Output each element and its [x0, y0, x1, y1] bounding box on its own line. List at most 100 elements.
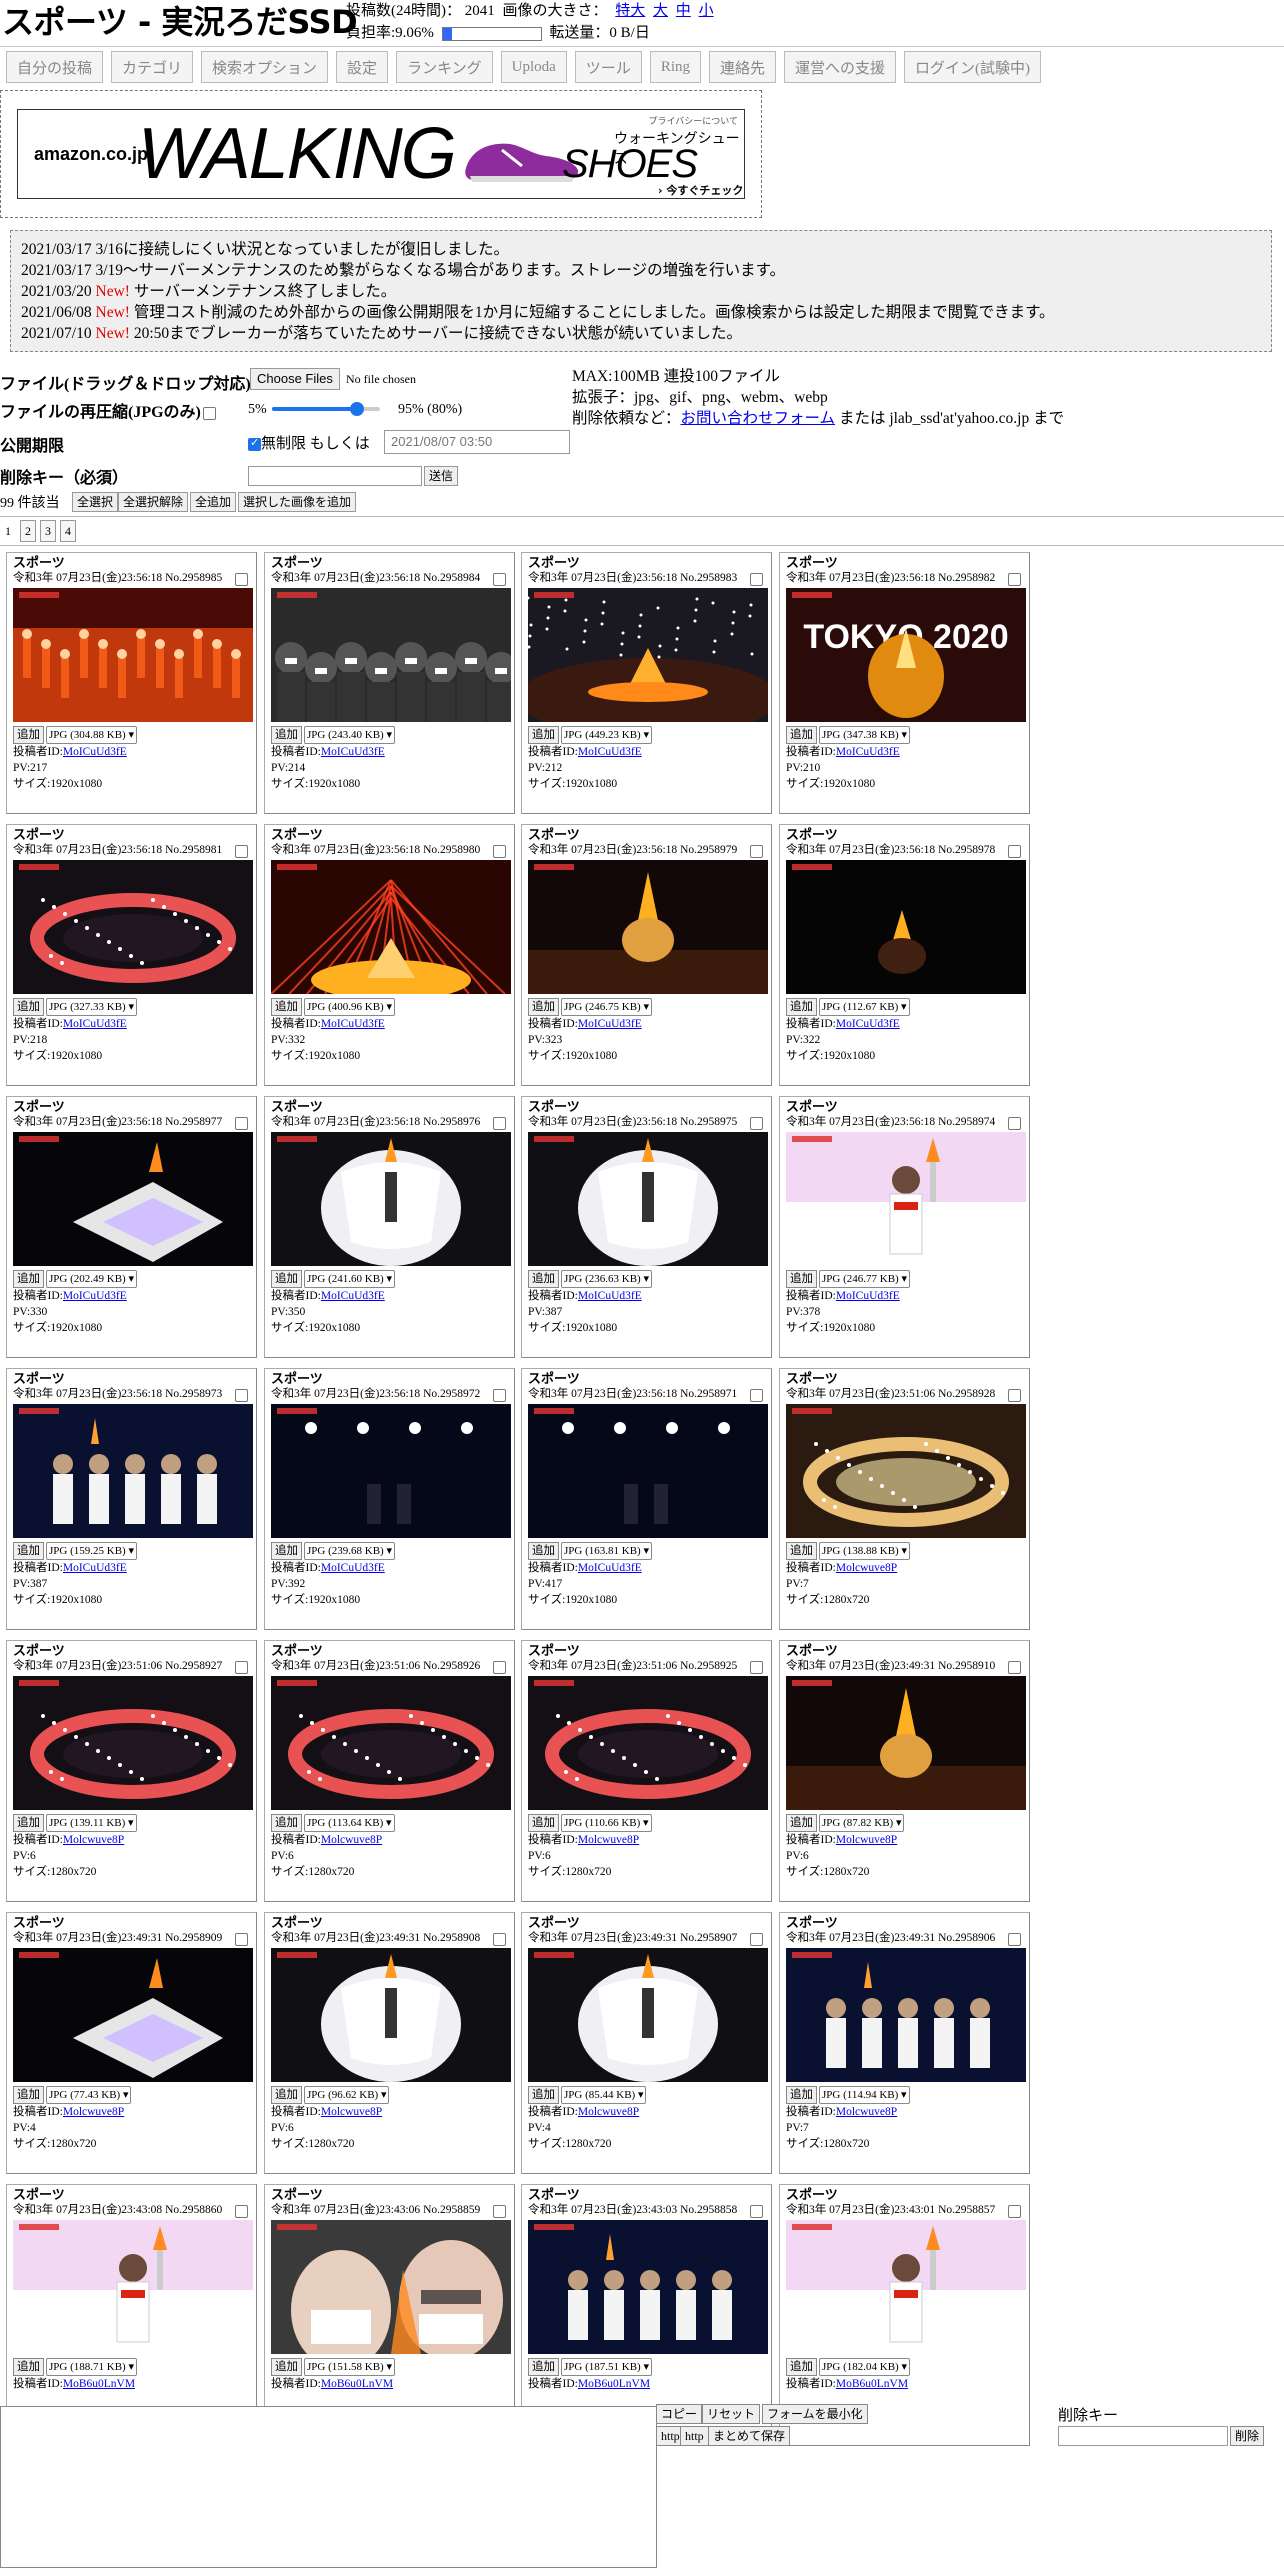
ad-privacy[interactable]: プライバシーについて	[648, 114, 738, 127]
card-thumbnail[interactable]	[786, 1948, 1026, 2082]
card-format-select[interactable]: JPG (151.58 KB) ▾	[304, 2358, 395, 2376]
card-add-button[interactable]: 追加	[271, 1542, 302, 1560]
card-thumbnail[interactable]	[786, 1132, 1026, 1266]
card-select-checkbox[interactable]	[1008, 845, 1021, 858]
unlimited-checkbox[interactable]	[248, 436, 261, 452]
card-poster-link[interactable]: Molcwuve8P	[836, 1562, 897, 1574]
card-select-checkbox[interactable]	[493, 1389, 506, 1402]
card-select-checkbox[interactable]	[235, 845, 248, 858]
slider-knob[interactable]	[350, 402, 365, 416]
card-thumbnail[interactable]	[271, 1948, 511, 2082]
card-poster-link[interactable]: Molcwuve8P	[321, 2106, 382, 2118]
card-poster-link[interactable]: MoB6u0LnVM	[321, 2378, 393, 2390]
nav-uploda[interactable]: Uploda	[500, 51, 567, 83]
size-link-m[interactable]: 中	[676, 3, 691, 19]
card-thumbnail[interactable]	[271, 1404, 511, 1538]
card-poster-link[interactable]: Molcwuve8P	[836, 2106, 897, 2118]
card-format-select[interactable]: JPG (113.64 KB) ▾	[304, 1814, 395, 1832]
card-add-button[interactable]: 追加	[528, 1814, 559, 1832]
contact-link[interactable]: お問い合わせフォーム	[681, 410, 836, 427]
delete-button[interactable]: 削除	[1230, 2426, 1265, 2446]
card-select-checkbox[interactable]	[750, 1661, 763, 1674]
card-select-checkbox[interactable]	[493, 2205, 506, 2218]
choose-files-button[interactable]: Choose Files	[250, 368, 340, 390]
card-thumbnail[interactable]	[528, 1132, 768, 1266]
card-add-button[interactable]: 追加	[528, 2358, 559, 2376]
card-add-button[interactable]: 追加	[528, 1270, 559, 1288]
send-button[interactable]: 送信	[424, 466, 459, 486]
card-select-checkbox[interactable]	[1008, 573, 1021, 586]
card-add-button[interactable]: 追加	[528, 2086, 559, 2104]
card-format-select[interactable]: JPG (112.67 KB) ▾	[819, 998, 910, 1016]
card-select-checkbox[interactable]	[493, 573, 506, 586]
card-thumbnail[interactable]	[528, 860, 768, 994]
card-thumbnail[interactable]	[13, 1948, 253, 2082]
card-thumbnail[interactable]: TOKYO 2020	[786, 588, 1026, 722]
card-poster-link[interactable]: MoICuUd3fE	[578, 1018, 642, 1030]
card-poster-link[interactable]: MoICuUd3fE	[578, 1290, 642, 1302]
card-format-select[interactable]: JPG (400.96 KB) ▾	[304, 998, 395, 1016]
card-add-button[interactable]: 追加	[13, 726, 44, 744]
deselect-all-button[interactable]: 全選択解除	[118, 492, 189, 512]
card-select-checkbox[interactable]	[493, 845, 506, 858]
card-format-select[interactable]: JPG (202.49 KB) ▾	[46, 1270, 137, 1288]
card-thumbnail[interactable]	[13, 1404, 253, 1538]
card-select-checkbox[interactable]	[750, 2205, 763, 2218]
card-poster-link[interactable]: MoICuUd3fE	[321, 1018, 385, 1030]
nav-category[interactable]: カテゴリ	[111, 51, 194, 83]
card-format-select[interactable]: JPG (246.77 KB) ▾	[819, 1270, 910, 1288]
card-select-checkbox[interactable]	[493, 1117, 506, 1130]
ad-cta[interactable]: › 今すぐチェック	[658, 182, 743, 198]
card-add-button[interactable]: 追加	[13, 1270, 44, 1288]
save-all-button[interactable]: まとめて保存	[708, 2426, 791, 2446]
size-link-s[interactable]: 小	[699, 3, 714, 19]
card-format-select[interactable]: JPG (304.88 KB) ▾	[46, 726, 137, 744]
card-select-checkbox[interactable]	[235, 1933, 248, 1946]
nav-settings[interactable]: 設定	[336, 51, 389, 83]
card-poster-link[interactable]: MoICuUd3fE	[63, 1562, 127, 1574]
card-thumbnail[interactable]	[528, 1676, 768, 1810]
card-format-select[interactable]: JPG (243.40 KB) ▾	[304, 726, 395, 744]
card-poster-link[interactable]: Molcwuve8P	[63, 2106, 124, 2118]
card-add-button[interactable]: 追加	[786, 2086, 817, 2104]
card-add-button[interactable]: 追加	[528, 998, 559, 1016]
size-link-l[interactable]: 大	[653, 3, 668, 19]
card-add-button[interactable]: 追加	[271, 998, 302, 1016]
page-4[interactable]: 4	[60, 520, 76, 542]
card-select-checkbox[interactable]	[493, 1933, 506, 1946]
card-format-select[interactable]: JPG (182.04 KB) ▾	[819, 2358, 910, 2376]
size-link-xl[interactable]: 特大	[615, 3, 645, 19]
nav-login[interactable]: ログイン(試験中)	[904, 51, 1042, 83]
card-format-select[interactable]: JPG (246.75 KB) ▾	[561, 998, 652, 1016]
card-add-button[interactable]: 追加	[13, 2358, 44, 2376]
card-select-checkbox[interactable]	[750, 1933, 763, 1946]
card-thumbnail[interactable]	[271, 588, 511, 722]
card-select-checkbox[interactable]	[235, 1389, 248, 1402]
card-select-checkbox[interactable]	[493, 1661, 506, 1674]
nav-ring[interactable]: Ring	[649, 51, 701, 83]
expire-input[interactable]: 2021/08/07 03:50	[384, 430, 570, 454]
nav-tools[interactable]: ツール	[574, 51, 642, 83]
card-thumbnail[interactable]	[786, 860, 1026, 994]
card-thumbnail[interactable]	[786, 1676, 1026, 1810]
card-format-select[interactable]: JPG (241.60 KB) ▾	[304, 1270, 395, 1288]
select-all-button[interactable]: 全選択	[72, 492, 119, 512]
card-add-button[interactable]: 追加	[786, 726, 817, 744]
card-poster-link[interactable]: Molcwuve8P	[578, 2106, 639, 2118]
card-add-button[interactable]: 追加	[528, 1542, 559, 1560]
card-format-select[interactable]: JPG (187.51 KB) ▾	[561, 2358, 652, 2376]
card-thumbnail[interactable]	[786, 2220, 1026, 2354]
card-select-checkbox[interactable]	[1008, 2205, 1021, 2218]
card-add-button[interactable]: 追加	[271, 1814, 302, 1832]
card-poster-link[interactable]: MoICuUd3fE	[836, 1018, 900, 1030]
card-select-checkbox[interactable]	[1008, 1389, 1021, 1402]
http-button-2[interactable]: http	[680, 2426, 709, 2446]
card-add-button[interactable]: 追加	[786, 1542, 817, 1560]
card-format-select[interactable]: JPG (139.11 KB) ▾	[46, 1814, 137, 1832]
card-thumbnail[interactable]	[13, 1132, 253, 1266]
card-add-button[interactable]: 追加	[13, 1542, 44, 1560]
card-format-select[interactable]: JPG (449.23 KB) ▾	[561, 726, 652, 744]
card-select-checkbox[interactable]	[235, 1661, 248, 1674]
card-thumbnail[interactable]	[13, 588, 253, 722]
card-poster-link[interactable]: Molcwuve8P	[63, 1834, 124, 1846]
